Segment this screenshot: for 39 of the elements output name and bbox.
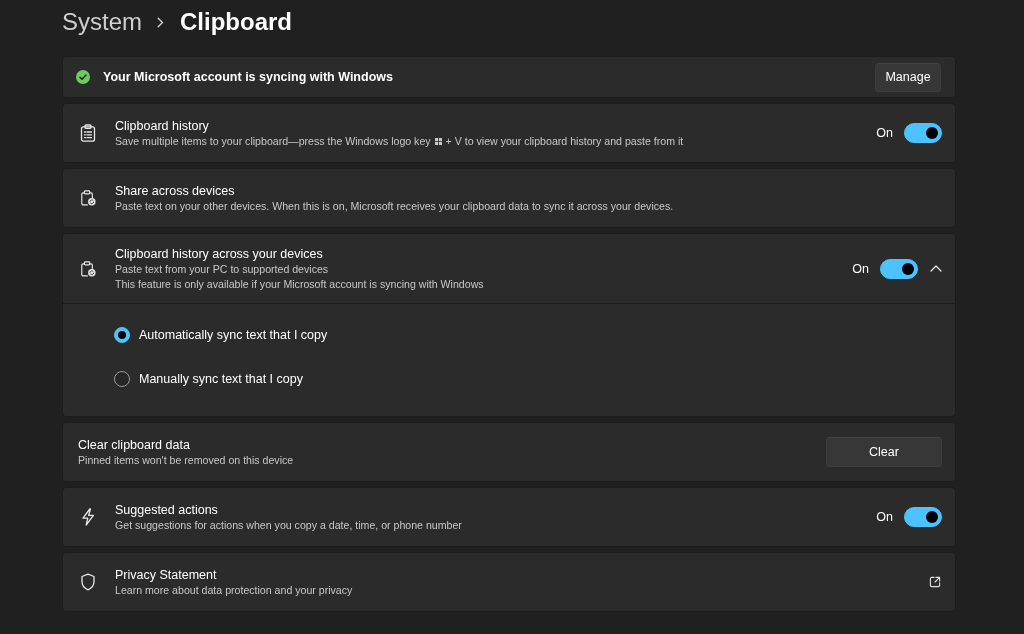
setting-title: Clear clipboard data (78, 436, 191, 453)
setting-description: Paste text from your PC to supported devices (115, 261, 329, 277)
setting-title: Clipboard history across your devices (115, 245, 324, 262)
toggle-switch[interactable] (904, 507, 942, 527)
clipboard-sync-icon (80, 259, 96, 278)
windows-logo-icon (434, 137, 442, 145)
shield-icon (80, 573, 96, 591)
toggle-switch[interactable] (880, 258, 918, 279)
check-circle-icon (76, 70, 90, 84)
toggle-switch[interactable] (904, 123, 942, 143)
toggle-state-label: On (852, 261, 869, 276)
setting-title: Privacy Statement (115, 566, 218, 583)
sync-status-text: Your Microsoft account is syncing with Windows (103, 70, 394, 84)
lightning-bolt-icon (80, 508, 96, 526)
setting-description: Save multiple items to your clipboard—press the Windows logo key (115, 133, 431, 149)
setting-description: This feature is only available if your Microsoft account is syncing with Windows (115, 276, 484, 292)
chevron-right-icon (157, 16, 164, 28)
external-link-icon[interactable] (929, 576, 941, 588)
setting-description: Paste text on your other devices. When this is on, Microsoft receives your clipboard data to sync it across your devices. (115, 198, 674, 214)
manage-button[interactable]: Manage (875, 62, 941, 92)
clipboard-sync-icon (80, 189, 96, 207)
page-title: Clipboard (180, 7, 292, 37)
setting-description: Get suggestions for actions when you copy a date, time, or phone number (115, 517, 462, 533)
setting-title: Share across devices (115, 182, 236, 199)
clear-button[interactable]: Clear (826, 437, 942, 467)
setting-description: Learn more about data protection and your privacy (115, 582, 353, 598)
radio-label[interactable]: Automatically sync text that I copy (139, 328, 328, 342)
radio-label[interactable]: Manually sync text that I copy (139, 372, 303, 386)
setting-title: Clipboard history (115, 117, 210, 134)
chevron-up-icon[interactable] (930, 265, 942, 272)
setting-description: Pinned items won't be removed on this device (78, 452, 294, 468)
breadcrumb-link[interactable]: System (62, 7, 142, 37)
toggle-state-label: On (876, 126, 893, 140)
toggle-state-label: On (876, 510, 893, 524)
radio-button[interactable] (114, 371, 130, 387)
clipboard-list-icon (80, 124, 96, 142)
setting-description: + V to view your clipboard history and paste from it (445, 133, 684, 149)
setting-title: Suggested actions (115, 501, 219, 518)
radio-button[interactable] (114, 327, 130, 343)
